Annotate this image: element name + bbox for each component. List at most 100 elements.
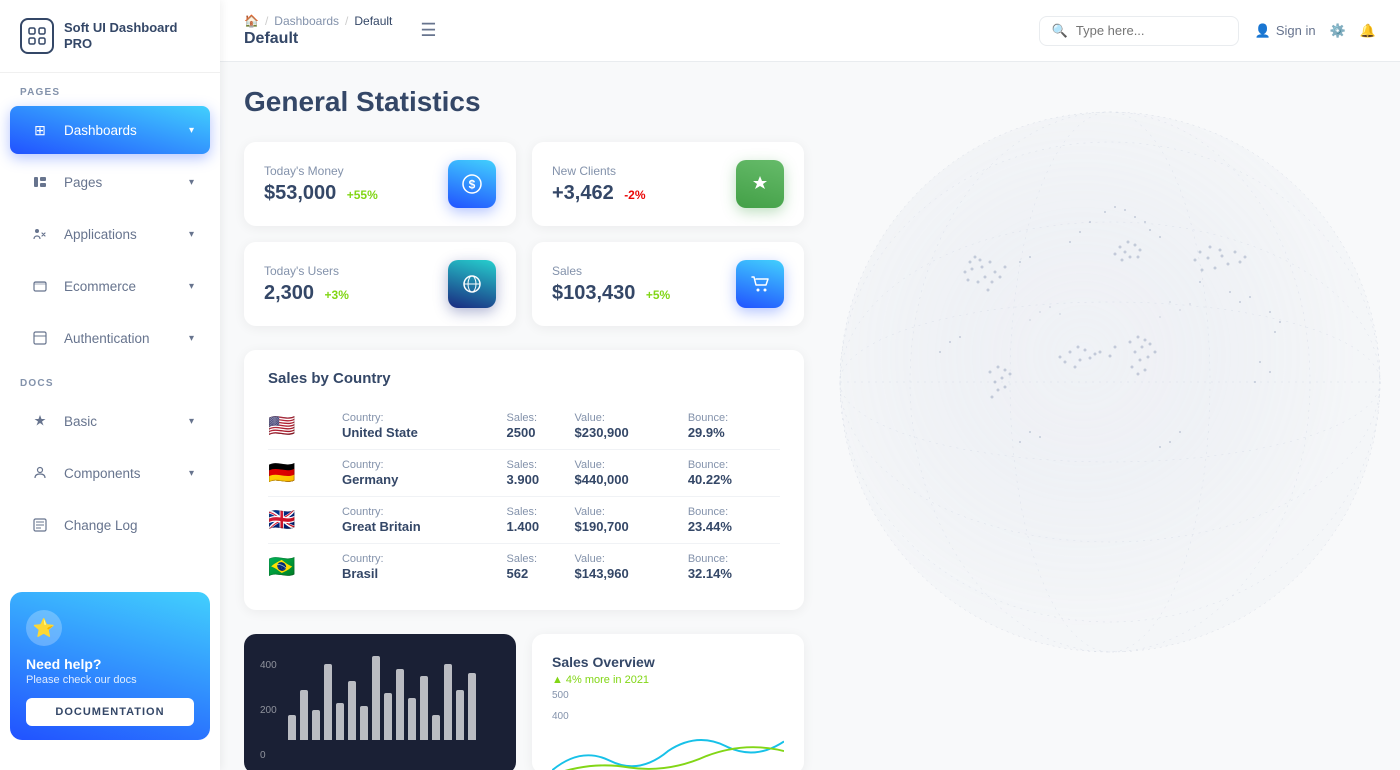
chevron-pages-icon: ▾ xyxy=(189,177,194,188)
stat-icon-users xyxy=(448,260,496,308)
sidebar-item-components[interactable]: Components ▾ xyxy=(10,449,210,497)
left-column: General Statistics Today's Money $53,000… xyxy=(244,86,804,770)
stat-card-clients: New Clients +3,462 -2% xyxy=(532,142,804,226)
sales-country-title: Sales by Country xyxy=(268,370,780,387)
bar-16 xyxy=(468,673,476,740)
stat-card-users: Today's Users 2,300 +3% xyxy=(244,242,516,326)
table-row: 🇧🇷 Country: Brasil Sales: 562 xyxy=(268,544,780,591)
sidebar-item-basic[interactable]: Basic ▾ xyxy=(10,397,210,445)
notifications-action[interactable]: 🔔 xyxy=(1360,23,1376,39)
sidebar-item-label-basic: Basic xyxy=(64,414,97,429)
breadcrumb-current: Default xyxy=(354,14,392,28)
breadcrumb: 🏠 / Dashboards / Default Default xyxy=(244,14,392,48)
stat-label-sales: Sales xyxy=(552,264,670,278)
content-layout: General Statistics Today's Money $53,000… xyxy=(244,86,1376,770)
stat-value-money: $53,000 xyxy=(264,182,336,204)
sidebar-item-dashboards[interactable]: ⊞ Dashboards ▾ xyxy=(10,106,210,154)
help-title: Need help? xyxy=(26,656,194,672)
header: 🏠 / Dashboards / Default Default ☰ 🔍 👤 S… xyxy=(220,0,1400,62)
bar-10 xyxy=(396,669,404,740)
flag-brazil: 🇧🇷 xyxy=(268,554,295,580)
flag-usa: 🇺🇸 xyxy=(268,413,295,439)
sidebar-item-authentication[interactable]: Authentication ▾ xyxy=(10,314,210,362)
documentation-button[interactable]: DOCUMENTATION xyxy=(26,698,194,726)
wave-chart xyxy=(552,726,784,770)
header-left: 🏠 / Dashboards / Default Default ☰ xyxy=(244,14,437,48)
sidebar-item-pages[interactable]: Pages ▾ xyxy=(10,158,210,206)
logo-icon xyxy=(20,18,54,54)
table-row: 🇺🇸 Country: United State Sales: 2500 xyxy=(268,403,780,450)
help-subtitle: Please check our docs xyxy=(26,674,194,686)
bar-13 xyxy=(432,715,440,740)
bar-11 xyxy=(408,698,416,740)
logo-area: Soft UI Dashboard PRO xyxy=(0,0,220,73)
content-area: General Statistics Today's Money $53,000… xyxy=(220,62,1400,770)
bar-3 xyxy=(312,710,320,740)
sidebar-item-label-applications: Applications xyxy=(64,227,137,242)
country-flag-cell: 🇺🇸 xyxy=(268,403,342,450)
stat-value-sales: $103,430 xyxy=(552,282,635,304)
stat-info-users: Today's Users 2,300 +3% xyxy=(264,264,349,305)
stat-info-money: Today's Money $53,000 +55% xyxy=(264,164,378,205)
search-icon: 🔍 xyxy=(1052,23,1068,39)
search-box[interactable]: 🔍 xyxy=(1039,16,1239,46)
header-actions: 👤 Sign in ⚙️ 🔔 xyxy=(1255,23,1376,39)
hamburger-icon[interactable]: ☰ xyxy=(420,20,436,41)
home-icon: 🏠 xyxy=(244,14,259,28)
bar-15 xyxy=(456,690,464,740)
bar-5 xyxy=(336,703,344,740)
signin-action[interactable]: 👤 Sign in xyxy=(1255,23,1316,39)
pages-icon xyxy=(26,168,54,196)
stat-value-users: 2,300 xyxy=(264,282,314,304)
chevron-auth-icon: ▾ xyxy=(189,333,194,344)
search-input[interactable] xyxy=(1076,23,1226,38)
help-star-icon: ⭐ xyxy=(26,610,62,646)
chevron-apps-icon: ▾ xyxy=(189,229,194,240)
bar-chart-card: 400 200 0 xyxy=(244,634,516,770)
stat-info-clients: New Clients +3,462 -2% xyxy=(552,164,646,205)
bar-12 xyxy=(420,676,428,740)
table-row: 🇬🇧 Country: Great Britain Sales: 1.400 xyxy=(268,497,780,544)
sidebar-item-label-changelog: Change Log xyxy=(64,518,138,533)
main-area: 🏠 / Dashboards / Default Default ☰ 🔍 👤 S… xyxy=(220,0,1400,770)
bar-chart-bars xyxy=(260,650,500,740)
sidebar: Soft UI Dashboard PRO PAGES ⊞ Dashboards… xyxy=(0,0,220,770)
breadcrumb-dashboards[interactable]: Dashboards xyxy=(274,14,339,28)
settings-action[interactable]: ⚙️ xyxy=(1330,23,1346,39)
y-label-0: 0 xyxy=(260,750,277,761)
page-header-title: Default xyxy=(244,30,392,48)
sidebar-item-label-auth: Authentication xyxy=(64,331,150,346)
ecommerce-icon xyxy=(26,272,54,300)
sidebar-item-applications[interactable]: Applications ▾ xyxy=(10,210,210,258)
stat-info-sales: Sales $103,430 +5% xyxy=(552,264,670,305)
sidebar-item-changelog[interactable]: Change Log xyxy=(10,501,210,549)
stat-icon-sales xyxy=(736,260,784,308)
bar-14 xyxy=(444,664,452,740)
sales-by-country-card: Sales by Country 🇺🇸 xyxy=(244,350,804,610)
y-label-400: 400 xyxy=(552,711,784,722)
stat-label-users: Today's Users xyxy=(264,264,349,278)
flag-gb: 🇬🇧 xyxy=(268,507,295,533)
sales-overview-card: Sales Overview ▲ 4% more in 2021 500 400 xyxy=(532,634,804,770)
sidebar-item-label-dashboards: Dashboards xyxy=(64,123,137,138)
stats-grid: Today's Money $53,000 +55% $ xyxy=(244,142,804,326)
stat-badge-sales: +5% xyxy=(646,288,670,302)
sidebar-item-label-pages: Pages xyxy=(64,175,102,190)
flag-germany: 🇩🇪 xyxy=(268,460,295,486)
table-row: 🇩🇪 Country: Germany Sales: 3.900 xyxy=(268,450,780,497)
sales-overview-subtitle: 4% more in 2021 xyxy=(566,674,649,686)
stat-badge-users: +3% xyxy=(325,288,349,302)
chevron-components-icon: ▾ xyxy=(189,468,194,479)
chevron-ecom-icon: ▾ xyxy=(189,281,194,292)
dashboards-icon: ⊞ xyxy=(26,116,54,144)
changelog-icon xyxy=(26,511,54,539)
gear-icon: ⚙️ xyxy=(1330,23,1346,39)
chevron-icon: ▾ xyxy=(189,125,194,136)
stat-label-clients: New Clients xyxy=(552,164,646,178)
sidebar-item-ecommerce[interactable]: Ecommerce ▾ xyxy=(10,262,210,310)
section-label-docs: DOCS xyxy=(0,364,220,395)
applications-icon xyxy=(26,220,54,248)
bar-8 xyxy=(372,656,380,740)
header-right: 🔍 👤 Sign in ⚙️ 🔔 xyxy=(1039,16,1376,46)
stat-card-money: Today's Money $53,000 +55% $ xyxy=(244,142,516,226)
